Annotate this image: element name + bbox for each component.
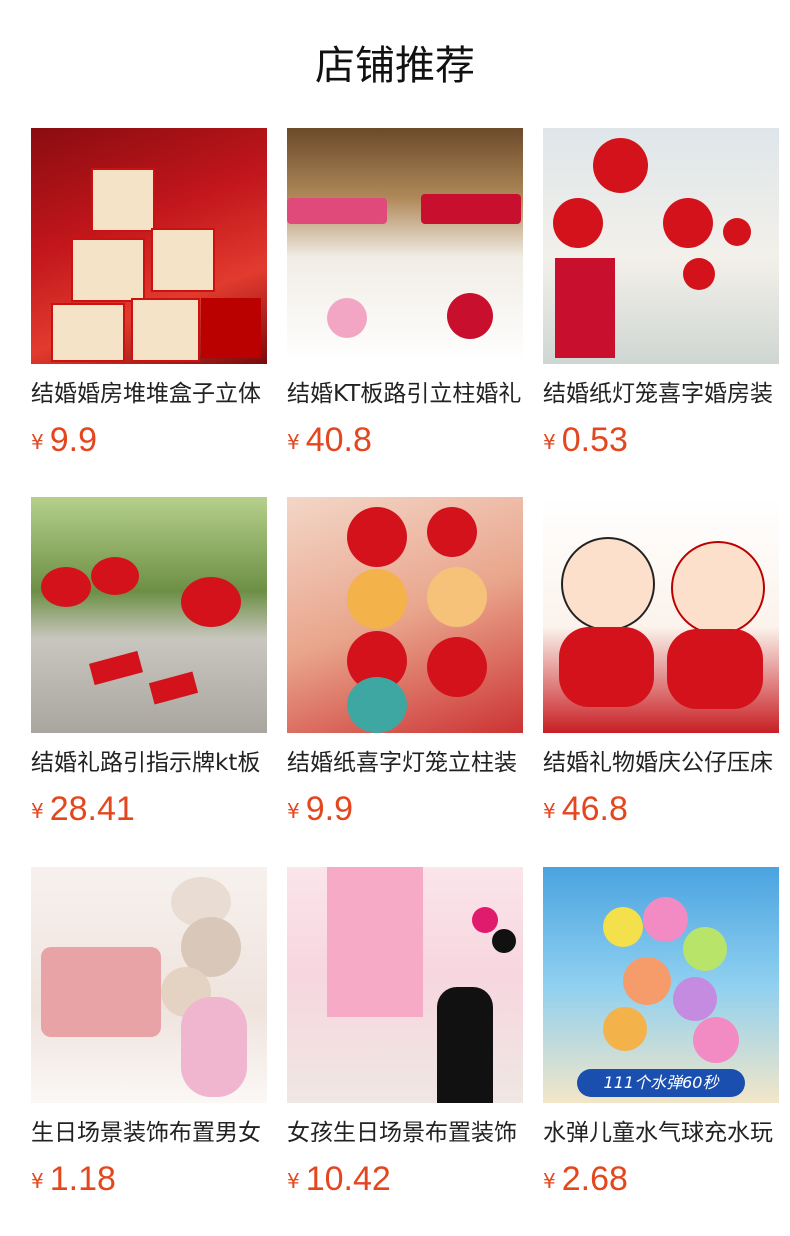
product-card[interactable]: 生日场景装饰布置男女 ¥1.18 [31, 867, 267, 1199]
page-title: 店铺推荐 [315, 43, 475, 89]
product-name[interactable]: 结婚KT板路引立柱婚礼 [287, 378, 523, 410]
product-name[interactable]: 结婚纸灯笼喜字婚房装 [543, 378, 779, 410]
product-image-red-paper-lanterns[interactable] [543, 128, 779, 364]
product-image-princess-birthday-decor[interactable] [287, 867, 523, 1103]
product-image-lantern-pillars[interactable] [287, 497, 523, 733]
product-price: ¥1.18 [31, 1160, 116, 1198]
product-image-water-balloons[interactable]: 111个水弹60秒 [543, 867, 779, 1103]
product-image-wedding-signpost-boards[interactable] [287, 128, 523, 364]
product-card[interactable]: 结婚纸灯笼喜字婚房装 ¥0.53 [543, 128, 779, 460]
product-name[interactable]: 结婚礼路引指示牌kt板 [31, 747, 267, 779]
product-card[interactable]: 111个水弹60秒 水弹儿童水气球充水玩 ¥2.68 [543, 867, 779, 1199]
banner-label: 111个水弹60秒 [577, 1069, 745, 1097]
product-price: ¥46.8 [543, 790, 628, 828]
product-name[interactable]: 结婚礼物婚庆公仔压床 [543, 747, 779, 779]
product-card[interactable]: 结婚纸喜字灯笼立柱装 ¥9.9 [287, 497, 523, 829]
product-image-wedding-direction-signs[interactable] [31, 497, 267, 733]
product-card[interactable]: 结婚礼物婚庆公仔压床 ¥46.8 [543, 497, 779, 829]
product-price: ¥40.8 [287, 421, 372, 459]
product-price: ¥9.9 [31, 421, 97, 459]
product-card[interactable]: 结婚KT板路引立柱婚礼 ¥40.8 [287, 128, 523, 460]
product-name[interactable]: 生日场景装饰布置男女 [31, 1117, 267, 1149]
product-image-birthday-cake-balloons[interactable] [31, 867, 267, 1103]
product-card[interactable]: 结婚婚房堆堆盒子立体 ¥9.9 [31, 128, 267, 460]
product-image-wedding-plush-dolls[interactable] [543, 497, 779, 733]
product-name[interactable]: 女孩生日场景布置装饰 [287, 1117, 523, 1149]
product-image-wedding-gift-boxes[interactable] [31, 128, 267, 364]
product-price: ¥28.41 [31, 790, 135, 828]
product-price: ¥2.68 [543, 1160, 628, 1198]
product-card[interactable]: 女孩生日场景布置装饰 ¥10.42 [287, 867, 523, 1199]
product-name[interactable]: 水弹儿童水气球充水玩 [543, 1117, 779, 1149]
product-name[interactable]: 结婚纸喜字灯笼立柱装 [287, 747, 523, 779]
product-price: ¥9.9 [287, 790, 353, 828]
product-name[interactable]: 结婚婚房堆堆盒子立体 [31, 378, 267, 410]
product-price: ¥0.53 [543, 421, 628, 459]
product-card[interactable]: 结婚礼路引指示牌kt板 ¥28.41 [31, 497, 267, 829]
product-price: ¥10.42 [287, 1160, 391, 1198]
